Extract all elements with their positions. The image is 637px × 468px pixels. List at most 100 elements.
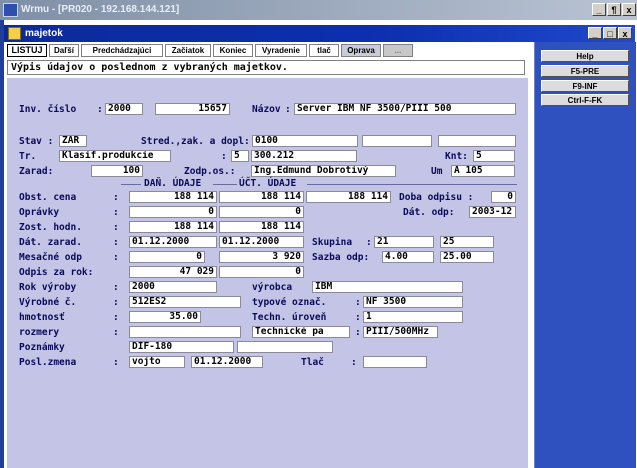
ctrl-f-fk-button[interactable]: Ctrl-F-FK — [541, 94, 629, 106]
predchadzajuci-button[interactable]: Predchádzajúci — [81, 44, 163, 57]
stred-field-2[interactable] — [362, 135, 432, 147]
tlac-button[interactable]: tlač — [309, 44, 339, 57]
vyradenie-button[interactable]: Vyradenie — [255, 44, 307, 57]
sazba-odp-label: Sazba odp: — [312, 252, 370, 263]
skupina-field[interactable]: 21 — [374, 236, 434, 248]
asset-form: Inv. číslo : 2000 15657 Názov : Server I… — [7, 78, 528, 468]
typove-oznac-field[interactable]: NF 3500 — [363, 296, 463, 308]
um-field[interactable]: A 105 — [451, 165, 515, 177]
tlac-field[interactable] — [363, 356, 427, 368]
obst-cena-uct-field[interactable]: 188 114 — [219, 191, 304, 203]
inv-cislo-label: Inv. číslo — [19, 104, 77, 115]
odpis-za-rok-label: Odpis za rok: — [19, 267, 94, 278]
opravky-uct-field[interactable]: 0 — [219, 206, 304, 218]
skupina-field-2[interactable]: 25 — [440, 236, 494, 248]
vyrobca-label: výrobca — [252, 282, 293, 293]
help-button[interactable]: Help — [541, 50, 629, 62]
outer-close-button[interactable]: x — [622, 3, 636, 16]
dat-odp-label: Dát. odp: — [403, 207, 455, 218]
odpis-za-rok-dan-field[interactable]: 47 029 — [129, 266, 217, 278]
stred-field[interactable]: 0100 — [252, 135, 358, 147]
obst-cena-3-field[interactable]: 188 114 — [306, 191, 391, 203]
opravky-dan-field[interactable]: 0 — [129, 206, 217, 218]
dat-zarad-dan-field[interactable]: 01.12.2000 — [129, 236, 217, 248]
techn-uroven-field[interactable]: 1 — [363, 311, 463, 323]
tr-number-field[interactable]: 5 — [231, 150, 249, 162]
zodp-field[interactable]: Ing.Edmund Dobrotivý — [251, 165, 396, 177]
knt-label: Knt: — [445, 151, 468, 162]
technicke-value-field[interactable]: PIII/500MHz — [363, 326, 438, 338]
colon: : — [366, 237, 372, 248]
nazov-field[interactable]: Server IBM NF 3500/PIII 500 — [294, 103, 516, 115]
vyrobca-field[interactable]: IBM — [312, 281, 463, 293]
tr-label: Tr. — [19, 151, 37, 162]
oprava-button[interactable]: Oprava — [341, 44, 381, 57]
knt-field[interactable]: 5 — [473, 150, 515, 162]
hmotnost-field[interactable]: 35.00 — [129, 311, 201, 323]
dalsi-button[interactable]: Daľší — [49, 44, 79, 57]
stred-field-3[interactable] — [438, 135, 516, 147]
more-button[interactable]: ... — [383, 44, 413, 57]
close-button[interactable]: x — [618, 27, 632, 39]
tr-field[interactable]: Klasif.produkcie — [59, 150, 171, 162]
listuj-button[interactable]: LISTUJ — [7, 44, 47, 57]
f5-pre-button[interactable]: F5-PRE — [541, 65, 629, 77]
outer-window-title: Wrmu - [PR020 - 192.168.144.121] — [21, 4, 180, 15]
inv-cislo-field[interactable]: 2000 — [105, 103, 143, 115]
zaciatok-button[interactable]: Začiatok — [165, 44, 211, 57]
tr-separator: : — [221, 151, 227, 162]
divider — [121, 184, 141, 185]
obst-cena-label: Obst. cena — [19, 192, 77, 203]
outer-title-bar: Wrmu - [PR020 - 192.168.144.121] _ ¶ x — [0, 0, 637, 20]
colon: : — [113, 222, 119, 233]
colon: : — [113, 282, 119, 293]
poznamky-field[interactable]: DIF-180 — [129, 341, 234, 353]
stav-field[interactable]: ZAR — [59, 135, 87, 147]
technicke-pa-field[interactable]: Technické pa — [252, 326, 350, 338]
dat-zarad-uct-field[interactable]: 01.12.2000 — [219, 236, 304, 248]
mesacne-odp-dan-field[interactable]: 0 — [129, 251, 205, 263]
poznamky-field-2[interactable] — [237, 341, 333, 353]
zost-hodn-label: Zost. hodn. — [19, 222, 82, 233]
obst-cena-dan-field[interactable]: 188 114 — [129, 191, 217, 203]
inv-cislo-number-field[interactable]: 15657 — [155, 103, 230, 115]
stred-label: Stred.,zak. a dopl: — [141, 136, 250, 147]
majetok-window: majetok _ □ x LISTUJ Daľší Predchádzajúc… — [4, 20, 637, 468]
right-panel: Help F5-PRE F9-INF Ctrl-F-FK — [534, 42, 636, 468]
minimize-button[interactable]: _ — [588, 27, 602, 39]
uct-udaje-header: ÚČT. ÚDAJE — [239, 178, 297, 189]
maximize-button[interactable]: □ — [603, 27, 617, 39]
rozmery-label: rozmery — [19, 327, 60, 338]
colon: : — [351, 357, 357, 368]
vyrobne-cislo-field[interactable]: 512ES2 — [129, 296, 241, 308]
tr-code-field[interactable]: 300.212 — [251, 150, 357, 162]
sazba-odp-field[interactable]: 4.00 — [382, 251, 434, 263]
colon: : — [355, 312, 361, 323]
outer-minimize-button[interactable]: _ — [592, 3, 606, 16]
mesacne-odp-uct-field[interactable]: 3 920 — [219, 251, 304, 263]
window-title-bar: majetok _ □ x — [4, 25, 635, 42]
rok-vyroby-field[interactable]: 2000 — [129, 281, 217, 293]
divider — [213, 184, 237, 185]
colon: : — [355, 327, 361, 338]
zost-hodn-dan-field[interactable]: 188 114 — [129, 221, 217, 233]
koniec-button[interactable]: Koniec — [213, 44, 253, 57]
odpis-za-rok-uct-field[interactable]: 0 — [219, 266, 304, 278]
posl-zmena-user-field[interactable]: vojto — [129, 356, 185, 368]
posl-zmena-date-field[interactable]: 01.12.2000 — [191, 356, 263, 368]
outer-restore-button[interactable]: ¶ — [607, 3, 621, 16]
zost-hodn-uct-field[interactable]: 188 114 — [219, 221, 304, 233]
dat-odp-field[interactable]: 2003-12 — [469, 206, 516, 218]
nazov-label: Názov — [252, 104, 281, 115]
opravky-label: Oprávky — [19, 207, 60, 218]
rozmery-field[interactable] — [129, 326, 241, 338]
zarad-field[interactable]: 100 — [91, 165, 143, 177]
skupina-label: Skupina — [312, 237, 353, 248]
colon: : — [113, 207, 119, 218]
doba-odpisu-field[interactable]: 0 — [491, 191, 516, 203]
colon: : — [113, 252, 119, 263]
sazba-odp-field-2[interactable]: 25.00 — [440, 251, 494, 263]
f9-inf-button[interactable]: F9-INF — [541, 80, 629, 92]
content-area: LISTUJ Daľší Predchádzajúci Začiatok Kon… — [4, 42, 534, 468]
colon: : — [113, 297, 119, 308]
